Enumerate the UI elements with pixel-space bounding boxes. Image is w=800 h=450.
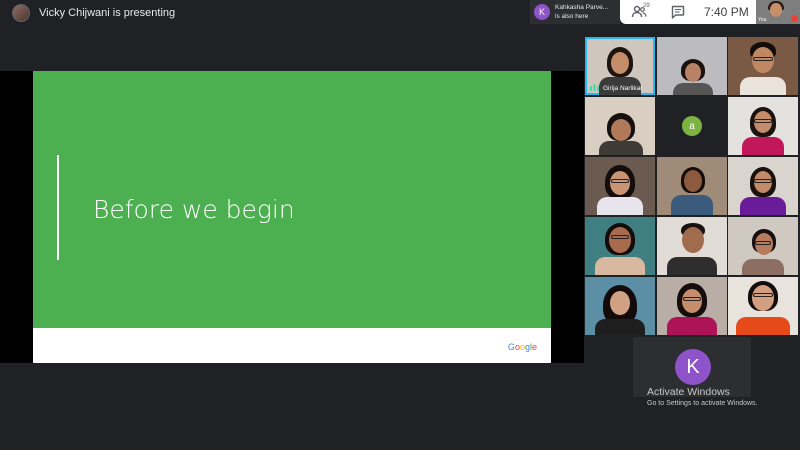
participant-tile[interactable]: a bbox=[657, 97, 727, 155]
participant-tile[interactable] bbox=[585, 277, 655, 335]
activate-windows-title: Activate Windows bbox=[647, 386, 730, 398]
participant-tile[interactable] bbox=[585, 97, 655, 155]
presenter-avatar bbox=[12, 4, 30, 22]
participant-tile[interactable] bbox=[728, 157, 798, 215]
participant-tile[interactable] bbox=[657, 277, 727, 335]
google-logo: Google bbox=[507, 342, 537, 352]
participant-tile[interactable] bbox=[657, 217, 727, 275]
activate-windows-subtitle: Go to Settings to activate Windows. bbox=[647, 400, 758, 407]
participant-tile[interactable] bbox=[657, 157, 727, 215]
toast-name: Kahkasha Parve... bbox=[555, 4, 609, 11]
toast-message: is also here bbox=[555, 13, 589, 20]
slide: Before we begin Google bbox=[33, 71, 551, 363]
participant-tile[interactable] bbox=[728, 97, 798, 155]
participant-tile[interactable] bbox=[728, 37, 798, 95]
meet-window: Vicky Chijwani is presenting K Kahkasha … bbox=[0, 0, 800, 450]
speaking-indicator-icon bbox=[590, 84, 599, 91]
clock: 7:40 PM bbox=[704, 5, 749, 19]
participant-tile[interactable] bbox=[728, 217, 798, 275]
participant-avatar: a bbox=[682, 116, 702, 136]
join-notification[interactable]: K Kahkasha Parve... is also here bbox=[530, 0, 620, 24]
self-label: You bbox=[758, 17, 767, 23]
toast-avatar: K bbox=[534, 4, 550, 20]
participant-grid: Girija Narlikar a bbox=[585, 37, 800, 337]
self-face bbox=[770, 3, 782, 17]
mic-off-icon bbox=[791, 15, 798, 22]
self-view-tile[interactable]: You bbox=[756, 0, 800, 24]
presenter-text: Vicky Chijwani is presenting bbox=[39, 7, 176, 19]
chat-icon[interactable] bbox=[670, 4, 686, 20]
participant-name: Girija Narlikar bbox=[603, 85, 643, 92]
slide-title: Before we begin bbox=[93, 195, 295, 224]
presentation-stage: Before we begin Google bbox=[0, 71, 584, 363]
presenter-banner: Vicky Chijwani is presenting bbox=[12, 3, 175, 23]
participant-tile[interactable] bbox=[585, 157, 655, 215]
participant-avatar: K bbox=[675, 349, 711, 385]
toast-text: Kahkasha Parve... is also here bbox=[555, 3, 608, 21]
participant-tile[interactable] bbox=[728, 277, 798, 335]
slide-footer: Google bbox=[33, 328, 551, 363]
participant-tile[interactable]: Girija Narlikar bbox=[585, 37, 655, 95]
top-right-bar: 29 7:40 PM You bbox=[620, 0, 800, 24]
slide-divider bbox=[57, 155, 59, 260]
participant-tile[interactable] bbox=[657, 37, 727, 95]
slide-body: Before we begin bbox=[33, 71, 551, 328]
participant-count: 29 bbox=[643, 3, 650, 9]
participant-tile[interactable] bbox=[585, 217, 655, 275]
